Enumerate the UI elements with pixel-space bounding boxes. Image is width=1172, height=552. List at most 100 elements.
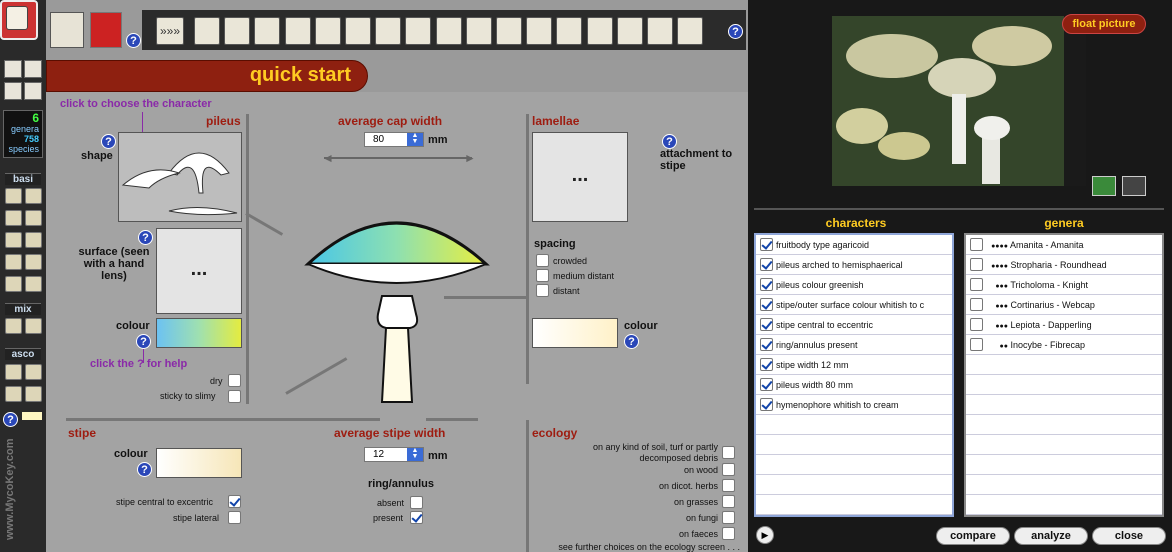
morel-icon[interactable] [25, 364, 42, 380]
window-icon[interactable] [4, 60, 22, 78]
bracket-icon[interactable] [314, 17, 341, 45]
medium-checkbox[interactable] [536, 269, 549, 282]
help-icon[interactable]: ? [624, 334, 639, 349]
back-forward-button[interactable] [90, 12, 122, 48]
central-checkbox[interactable] [228, 495, 241, 508]
character-checkbox[interactable] [760, 338, 773, 351]
genus-checkbox[interactable] [970, 258, 983, 271]
shape-selector[interactable] [118, 132, 242, 222]
coral-icon[interactable] [5, 210, 22, 226]
coral-icon[interactable] [586, 17, 613, 45]
help-icon[interactable]: ? [3, 412, 18, 427]
grid-icon[interactable] [647, 17, 673, 45]
help-icon[interactable]: ? [662, 134, 677, 149]
help-icon[interactable]: ? [126, 33, 141, 48]
character-row[interactable]: pileus arched to hemisphaerical [756, 255, 952, 275]
forward-button[interactable]: »»» [156, 17, 184, 45]
character-row[interactable]: pileus colour greenish [756, 275, 952, 295]
tube-icon[interactable] [345, 17, 371, 45]
eye-icon[interactable] [435, 17, 462, 45]
character-checkbox[interactable] [760, 358, 773, 371]
help-icon[interactable]: ? [138, 230, 153, 245]
coral-icon[interactable] [616, 17, 643, 45]
ecology-more-link[interactable]: see further choices on the ecology scree… [536, 542, 740, 552]
genus-row[interactable]: ●●●● Stropharia - Roundhead [966, 255, 1162, 275]
character-row[interactable]: stipe/outer surface colour whitish to c [756, 295, 952, 315]
section-basi[interactable]: basi [5, 173, 41, 185]
genera-list[interactable]: ●●●● Amanita - Amanita ●●●● Stropharia - … [964, 233, 1164, 517]
ecology-faeces-checkbox[interactable] [722, 527, 735, 540]
character-checkbox[interactable] [760, 378, 773, 391]
oval-icon[interactable] [496, 17, 522, 45]
character-checkbox[interactable] [760, 298, 773, 311]
home-button[interactable] [0, 0, 38, 40]
ecology-wood-checkbox[interactable] [722, 463, 735, 476]
mix-icon[interactable] [25, 318, 42, 334]
pileus-colour-selector[interactable] [156, 318, 242, 348]
genus-checkbox[interactable] [970, 318, 983, 331]
play-icon[interactable]: ▶ [756, 526, 774, 544]
cap-flat-icon[interactable] [224, 17, 251, 45]
ecology-grasses-checkbox[interactable] [722, 495, 735, 508]
character-checkbox[interactable] [760, 398, 773, 411]
oval-icon[interactable] [556, 17, 583, 45]
help-icon[interactable]: ? [101, 134, 116, 149]
key-tool-button[interactable] [50, 12, 84, 48]
present-checkbox[interactable] [410, 511, 423, 524]
help-icon[interactable]: ? [728, 24, 743, 39]
key-icon[interactable] [24, 82, 42, 100]
cap-conical-icon[interactable] [284, 17, 311, 45]
stipe-width-select[interactable]: 12 ▲ ▼ [364, 447, 424, 462]
agaric-icon[interactable] [5, 188, 22, 204]
tube-icon[interactable] [375, 17, 402, 45]
genus-row[interactable]: ●● Inocybe - Fibrecap [966, 335, 1162, 355]
close-button[interactable]: close [1092, 527, 1166, 545]
jelly-icon[interactable] [5, 276, 22, 292]
sticky-checkbox[interactable] [228, 390, 241, 403]
genus-row[interactable]: ●●● Tricholoma - Knight [966, 275, 1162, 295]
characters-list[interactable]: fruitbody type agaricoid pileus arched to… [754, 233, 954, 517]
key-icon[interactable] [4, 82, 22, 100]
lateral-checkbox[interactable] [228, 511, 241, 524]
oval-striped-icon[interactable] [526, 17, 553, 45]
stipe-colour-selector[interactable] [156, 448, 242, 478]
mix-icon[interactable] [5, 318, 22, 334]
character-checkbox[interactable] [760, 278, 773, 291]
save-icon[interactable] [24, 60, 42, 78]
ecology-soil-checkbox[interactable] [722, 446, 735, 459]
genus-row[interactable]: ●●●● Amanita - Amanita [966, 235, 1162, 255]
crowded-checkbox[interactable] [536, 254, 549, 267]
genus-checkbox[interactable] [970, 298, 983, 311]
lamellae-selector[interactable]: ... [532, 132, 628, 222]
float-picture-button[interactable]: float picture [1062, 14, 1146, 34]
ecology-fungi-checkbox[interactable] [722, 511, 735, 524]
grid-icon[interactable] [677, 17, 704, 45]
character-row[interactable]: stipe central to eccentric [756, 315, 952, 335]
character-checkbox[interactable] [760, 238, 773, 251]
genus-row[interactable]: ●●● Lepiota - Dapperling [966, 315, 1162, 335]
crust-icon[interactable] [25, 254, 42, 270]
section-asco[interactable]: asco [5, 348, 41, 360]
earthstar-icon[interactable] [25, 276, 42, 292]
character-row[interactable]: hymenophore whitish to cream [756, 395, 952, 415]
puffball-icon[interactable] [5, 254, 22, 270]
section-mix[interactable]: mix [5, 303, 41, 315]
stipe-icon[interactable] [194, 17, 220, 45]
genus-checkbox[interactable] [970, 338, 983, 351]
analyze-button[interactable]: analyze [1014, 527, 1088, 545]
cap-convex-icon[interactable] [254, 17, 281, 45]
gem-icon[interactable] [465, 17, 492, 45]
cap-width-select[interactable]: 80 ▲ ▼ [364, 132, 424, 147]
character-row[interactable]: pileus width 80 mm [756, 375, 952, 395]
genus-row[interactable]: ●●● Cortinarius - Webcap [966, 295, 1162, 315]
polypore-icon[interactable] [5, 232, 22, 248]
grid-view-icon[interactable] [1092, 176, 1116, 196]
ecology-herbs-checkbox[interactable] [722, 479, 735, 492]
character-checkbox[interactable] [760, 258, 773, 271]
character-row[interactable]: ring/annulus present [756, 335, 952, 355]
genus-checkbox[interactable] [970, 278, 983, 291]
tooth-icon[interactable] [25, 232, 42, 248]
character-checkbox[interactable] [760, 318, 773, 331]
character-row[interactable]: stipe width 12 mm [756, 355, 952, 375]
lamellae-colour-selector[interactable] [532, 318, 618, 348]
